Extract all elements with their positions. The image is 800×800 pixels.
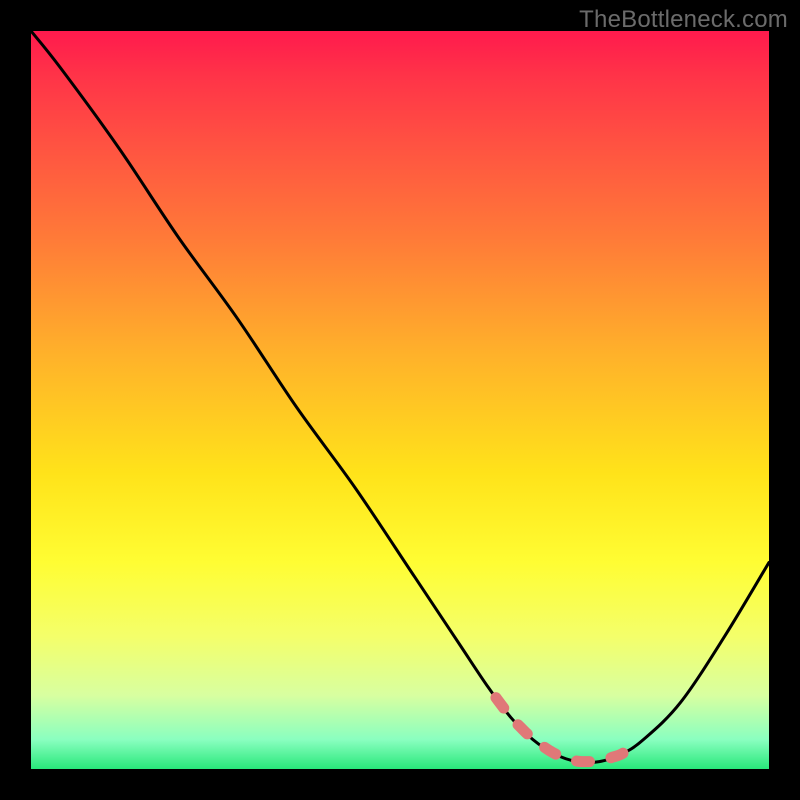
plot-area: [31, 31, 769, 769]
optimal-range-marker: [496, 698, 636, 762]
curve-line: [31, 31, 769, 763]
chart-frame: TheBottleneck.com: [0, 0, 800, 800]
watermark-text: TheBottleneck.com: [579, 6, 788, 34]
bottleneck-curve: [31, 31, 769, 769]
